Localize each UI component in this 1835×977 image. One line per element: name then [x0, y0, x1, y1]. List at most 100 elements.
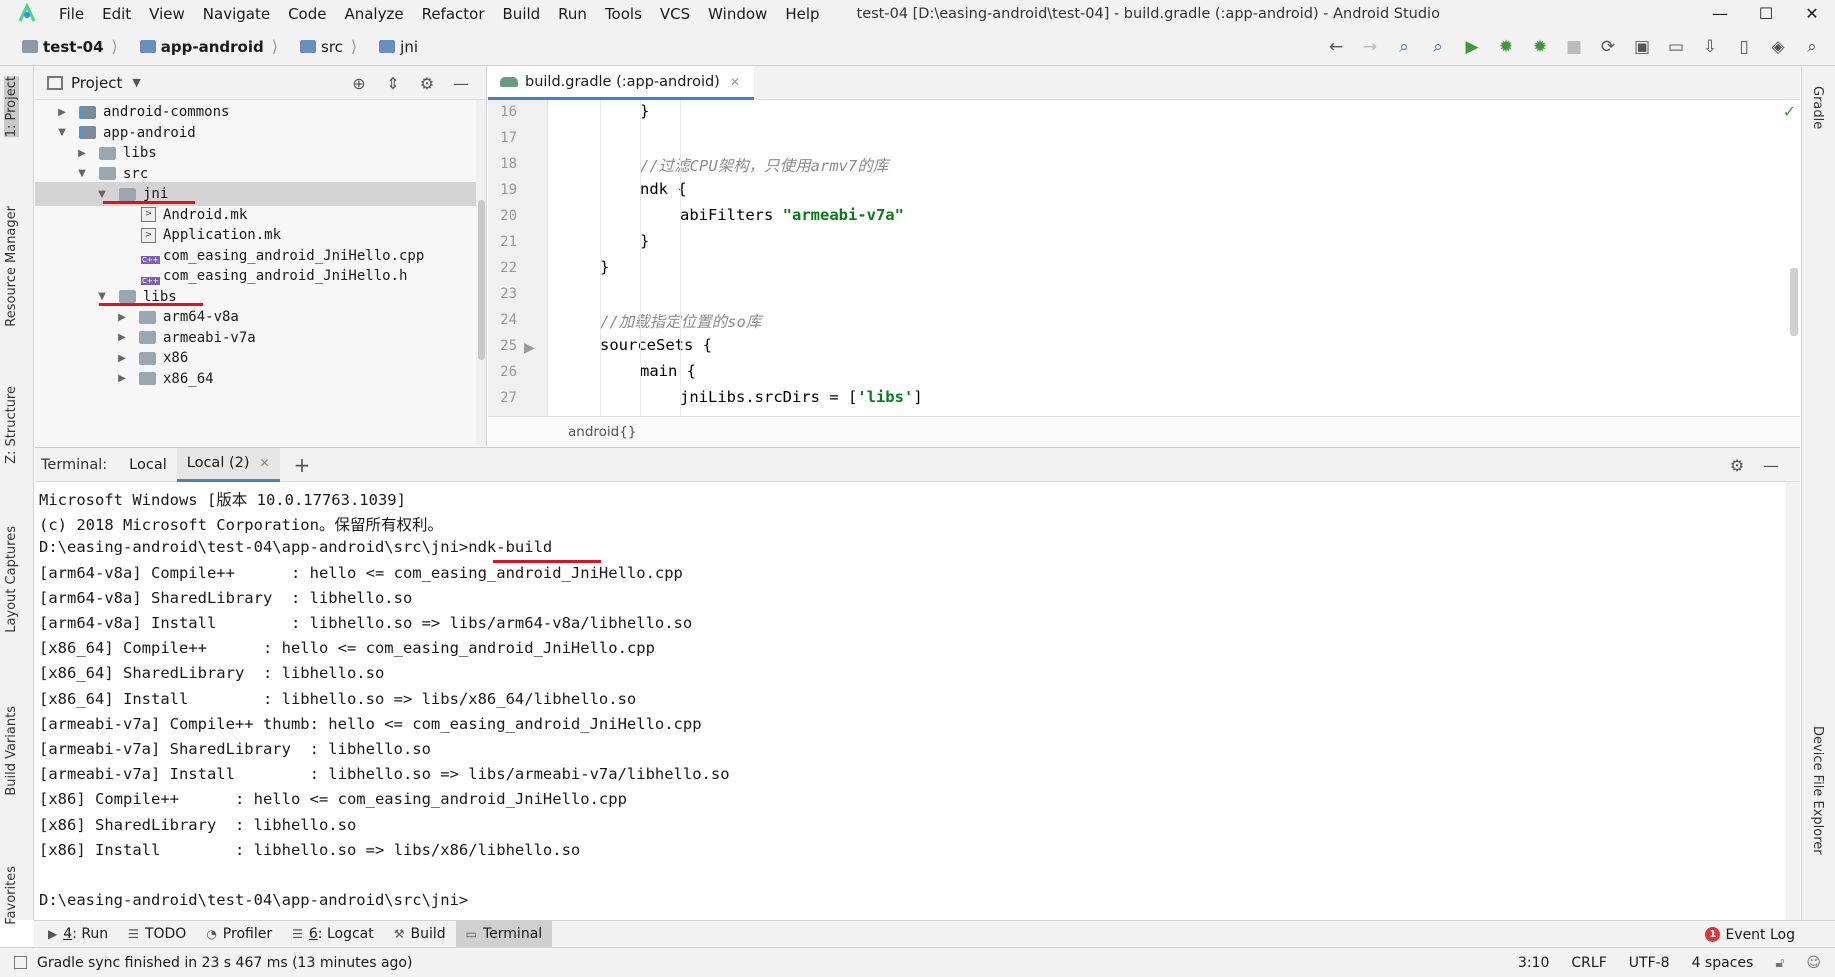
module-icon — [79, 105, 96, 119]
menu-edit[interactable]: Edit — [93, 5, 140, 23]
debug-icon[interactable]: ✹ — [1489, 37, 1523, 57]
new-terminal-tab-icon[interactable]: + — [294, 453, 311, 477]
menu-refactor[interactable]: Refactor — [413, 5, 494, 23]
breadcrumb-item[interactable]: test-04 — [43, 38, 104, 56]
project-scrollbar-thumb[interactable] — [478, 200, 485, 360]
menu-view[interactable]: View — [140, 5, 194, 23]
run-icon[interactable]: ▶ — [1455, 37, 1489, 57]
device-manager-icon[interactable]: ▯ — [1727, 37, 1761, 57]
menu-code[interactable]: Code — [279, 5, 335, 23]
expanded-arrow-icon[interactable]: ▼ — [95, 189, 109, 200]
indent-setting[interactable]: 4 spaces — [1692, 955, 1754, 971]
breadcrumb-item[interactable]: src — [321, 38, 343, 56]
tab-build-gradle[interactable]: build.gradle (:app-android) ✕ — [488, 66, 754, 100]
tool-tab-terminal[interactable]: ▭ Terminal — [455, 920, 553, 948]
collapsed-arrow-icon[interactable]: ▶ — [75, 148, 89, 159]
tab-project[interactable]: 1: Project — [4, 76, 19, 138]
tree-row[interactable]: ▶ x86_64 — [35, 367, 487, 391]
terminal-output[interactable]: Microsoft Windows [版本 10.0.17763.1039] (c… — [35, 482, 1786, 920]
sync-gradle-icon[interactable]: ⟳ — [1591, 37, 1625, 57]
menu-analyze[interactable]: Analyze — [335, 5, 412, 23]
code-area[interactable]: }//过滤CPU架构，只使用armv7的库 ndk {abiFilters "ar… — [548, 100, 1800, 416]
hide-icon[interactable]: — — [1754, 456, 1788, 475]
caret-position[interactable]: 3:10 — [1518, 955, 1549, 971]
hide-icon[interactable]: — — [444, 74, 478, 93]
menu-window[interactable]: Window — [699, 5, 776, 23]
collapsed-arrow-icon[interactable]: ▶ — [55, 107, 69, 118]
terminal-tab[interactable]: Local (2) ✕ — [176, 447, 280, 482]
expanded-arrow-icon[interactable]: ▼ — [95, 291, 109, 302]
editor-breadcrumb[interactable]: android{} — [568, 424, 636, 440]
collapsed-arrow-icon[interactable]: ▶ — [115, 312, 129, 323]
folder-icon — [99, 167, 116, 180]
terminal-tab[interactable]: Local — [119, 448, 177, 482]
tab-device-file-explorer[interactable]: Device File Explorer — [1810, 726, 1825, 855]
terminal-scrollbar[interactable] — [1786, 482, 1800, 921]
collapse-all-icon[interactable]: ⇕ — [376, 74, 410, 93]
breadcrumb-item[interactable]: app-android — [161, 38, 264, 56]
collapsed-arrow-icon[interactable]: ▶ — [115, 332, 129, 343]
menu-build[interactable]: Build — [494, 5, 550, 23]
file-encoding[interactable]: UTF-8 — [1629, 955, 1670, 971]
terminal-line: (c) 2018 Microsoft Corporation。保留所有权利。 — [39, 516, 443, 535]
layout-inspector-icon[interactable]: ◈ — [1761, 37, 1795, 57]
status-message[interactable]: Gradle sync finished in 23 s 467 ms (13 … — [37, 955, 412, 971]
minimize-button[interactable]: — — [1697, 0, 1743, 28]
editor-scrollbar-thumb[interactable] — [1790, 268, 1798, 336]
play-icon: ▶ — [48, 927, 58, 941]
tab-structure[interactable]: Z: Structure — [4, 386, 19, 464]
editor-scrollbar[interactable] — [1788, 100, 1800, 416]
tab-resource-manager[interactable]: Resource Manager — [4, 206, 19, 327]
menu-help[interactable]: Help — [776, 5, 828, 23]
project-scrollbar[interactable] — [476, 100, 486, 446]
forward-icon[interactable]: → — [1353, 37, 1387, 57]
maximize-button[interactable]: ☐ — [1743, 0, 1789, 28]
search-structure-icon[interactable]: ⌕ — [1421, 37, 1455, 57]
expanded-arrow-icon[interactable]: ▼ — [75, 168, 89, 179]
project-structure-icon[interactable]: ▣ — [1625, 37, 1659, 57]
chevron-down-icon: ▼ — [132, 76, 141, 89]
terminal-line: [armeabi-v7a] SharedLibrary : libhello.s… — [39, 740, 431, 758]
menu-run[interactable]: Run — [549, 5, 596, 23]
project-view-selector[interactable]: Project ▼ — [47, 74, 141, 92]
menu-vcs[interactable]: VCS — [651, 5, 699, 23]
tab-layout-captures[interactable]: Layout Captures — [4, 526, 19, 633]
menu-navigate[interactable]: Navigate — [194, 5, 279, 23]
inspector-icon[interactable]: ☺ — [1806, 955, 1821, 971]
close-button[interactable]: ✕ — [1789, 0, 1835, 28]
expanded-arrow-icon[interactable]: ▼ — [55, 127, 69, 138]
breadcrumb-item[interactable]: jni — [400, 38, 418, 56]
avd-manager-icon[interactable]: ▭ — [1659, 37, 1693, 57]
close-tab-icon[interactable]: ✕ — [260, 456, 270, 470]
tab-gradle[interactable]: Gradle — [1810, 86, 1825, 129]
collapsed-arrow-icon[interactable]: ▶ — [115, 373, 129, 384]
tool-tab-profiler[interactable]: ◔ Profiler — [196, 921, 282, 948]
tab-favorites[interactable]: Favorites — [4, 866, 19, 925]
project-panel-header: Project ▼ ⊕ ⇕ ⚙ — — [35, 66, 486, 100]
menu-file[interactable]: File — [50, 5, 93, 23]
search-everywhere-icon[interactable]: ⌕ — [1795, 37, 1829, 57]
toggle-tool-windows-icon[interactable] — [14, 956, 27, 969]
tool-tab-todo[interactable]: ☰ TODO — [118, 921, 196, 948]
tree-label: Android.mk — [163, 206, 248, 223]
line-separator[interactable]: CRLF — [1571, 955, 1606, 971]
tool-tab-logcat[interactable]: ☰ 6: Logcat — [282, 921, 384, 948]
back-icon[interactable]: ← — [1319, 37, 1353, 57]
menu-tools[interactable]: Tools — [596, 5, 651, 23]
close-tab-icon[interactable]: ✕ — [730, 75, 740, 89]
tool-tab-run[interactable]: ▶ 4: Run — [38, 921, 118, 948]
collapsed-arrow-icon[interactable]: ▶ — [115, 353, 129, 364]
locate-icon[interactable]: ⊕ — [342, 74, 376, 93]
terminal-line: [arm64-v8a] SharedLibrary : libhello.so — [39, 588, 413, 607]
tool-tab-build[interactable]: ⚒ Build — [384, 921, 456, 948]
event-log-button[interactable]: 1 Event Log — [1705, 921, 1795, 948]
code-line: sourceSets { — [600, 336, 712, 362]
sdk-manager-icon[interactable]: ⇩ — [1693, 37, 1727, 57]
tab-build-variants[interactable]: Build Variants — [4, 706, 19, 796]
gear-icon[interactable]: ⚙ — [1720, 456, 1754, 475]
find-usages-icon[interactable]: ⌕ — [1387, 37, 1421, 57]
gear-icon[interactable]: ⚙ — [410, 74, 444, 93]
attach-debugger-icon[interactable]: ✹ — [1523, 37, 1557, 57]
stop-icon[interactable]: ■ — [1557, 37, 1591, 57]
lock-icon[interactable]: 🔓︎ — [1775, 955, 1784, 971]
